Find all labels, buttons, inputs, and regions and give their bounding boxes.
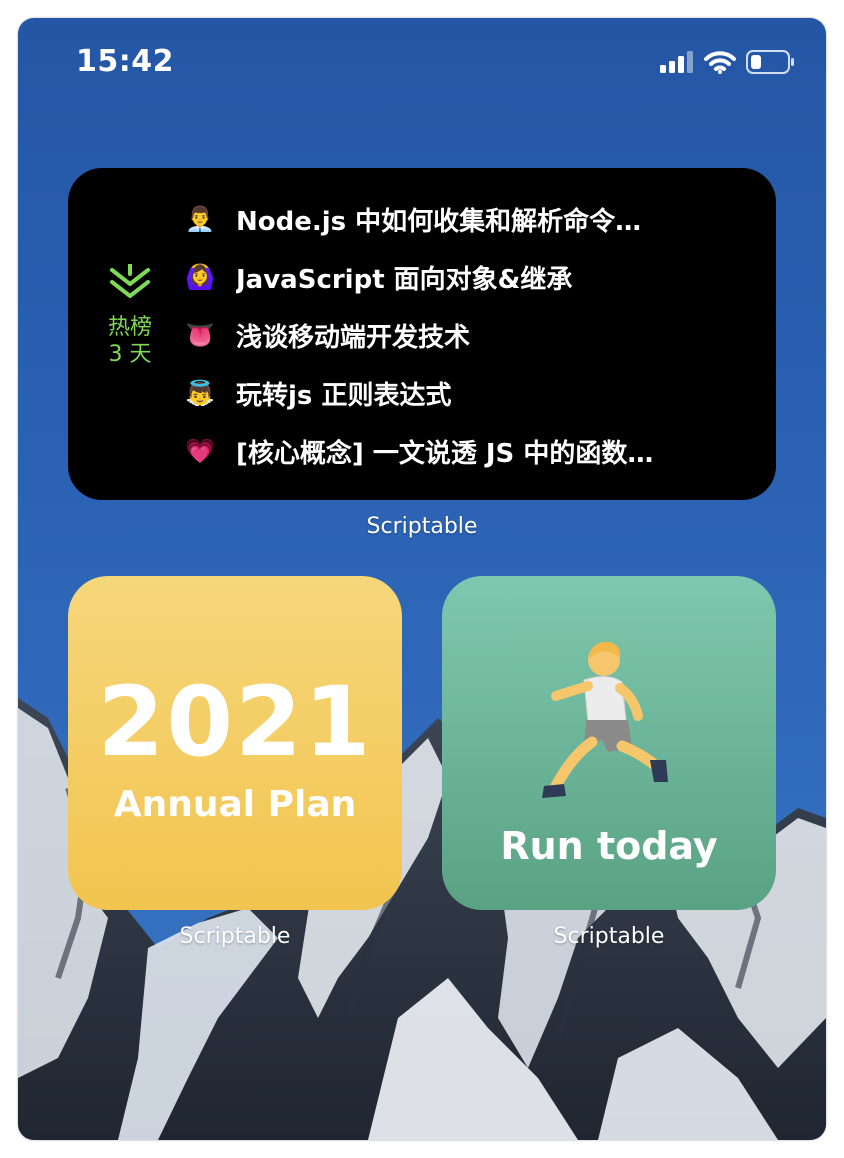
- plan-label: Annual Plan: [113, 784, 357, 825]
- list-item[interactable]: 👼 玩转js 正则表达式: [184, 364, 746, 422]
- list-item-title: [核心概念] 一文说透 JS 中的函数…: [236, 438, 654, 469]
- run-today-widget-caption: Scriptable: [553, 924, 665, 949]
- status-icons: [660, 50, 796, 74]
- hot-list-badge: 热榜 3 天: [98, 262, 162, 368]
- layered-chevron-icon: [110, 262, 150, 298]
- growing-heart-icon: 💗: [185, 437, 215, 465]
- status-time: 15:42: [76, 44, 174, 79]
- plan-year: 2021: [97, 666, 373, 778]
- list-item-title: 玩转js 正则表达式: [236, 380, 452, 411]
- woman-gesturing-ok-icon: 🙆‍♀️: [185, 263, 215, 291]
- annual-plan-widget[interactable]: 2021 Annual Plan: [68, 576, 402, 910]
- run-today-widget[interactable]: Run today: [442, 576, 776, 910]
- tongue-icon: 👅: [185, 321, 215, 349]
- list-item-title: Node.js 中如何收集和解析命令…: [236, 206, 642, 237]
- list-item[interactable]: 👨‍💼 Node.js 中如何收集和解析命令…: [184, 190, 746, 248]
- list-item[interactable]: 🙆‍♀️ JavaScript 面向对象&继承: [184, 248, 746, 306]
- man-office-worker-icon: 👨‍💼: [185, 205, 215, 233]
- run-label: Run today: [500, 824, 718, 868]
- baby-angel-icon: 👼: [185, 379, 215, 407]
- hot-list-label: 热榜: [107, 315, 152, 340]
- battery-icon: [746, 50, 794, 74]
- home-screen: 15:42 热榜 3 天: [18, 18, 826, 1140]
- list-item[interactable]: 👅 浅谈移动端开发技术: [184, 306, 746, 364]
- hot-list-widget-caption: Scriptable: [366, 514, 478, 539]
- cellular-signal-icon: [660, 51, 693, 73]
- list-item-title: JavaScript 面向对象&继承: [236, 264, 573, 295]
- list-item-title: 浅谈移动端开发技术: [236, 322, 471, 353]
- wifi-icon: [704, 51, 736, 74]
- hot-list-period: 3 天: [108, 342, 152, 367]
- runner-icon: [542, 641, 668, 798]
- hot-list-widget[interactable]: 热榜 3 天 👨‍💼 Node.js 中如何收集和解析命令… 🙆‍♀️ Java…: [68, 168, 776, 500]
- annual-plan-widget-caption: Scriptable: [179, 924, 291, 949]
- hot-list: 👨‍💼 Node.js 中如何收集和解析命令… 🙆‍♀️ JavaScript …: [184, 190, 746, 480]
- list-item[interactable]: 💗 [核心概念] 一文说透 JS 中的函数…: [184, 422, 746, 480]
